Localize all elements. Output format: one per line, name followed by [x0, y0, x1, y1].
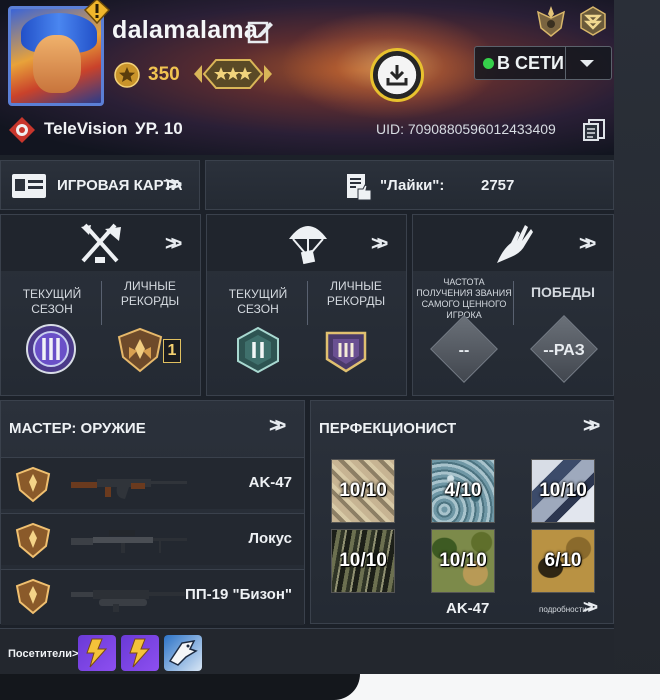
mvp-stats-panel[interactable]: >> ЧАСТОТА ПОЛУЧЕНИЯ ЗВАНИЯ САМОГО ЦЕННО…	[412, 214, 614, 396]
weapon-row[interactable]: ПП-19 "Бизон"	[1, 569, 304, 625]
season-rank-icon	[26, 324, 76, 374]
visitors-label[interactable]: Посетители>	[8, 648, 78, 660]
player-uid: UID: 7090880596012433409	[376, 121, 556, 137]
crossed-swords-icon	[81, 223, 121, 263]
perfectionist-weapon: AK-47	[446, 600, 490, 617]
download-button[interactable]	[370, 48, 424, 102]
clan-emblem-icon	[9, 117, 35, 143]
weapon-master-panel[interactable]: МАСТЕР: ОРУЖИЕ >> AK-47 Локус ПП-19 "Биз…	[0, 400, 305, 625]
record-rank-icon	[325, 331, 367, 373]
current-season-label: ТЕКУЩИЙ СЕЗОН	[22, 287, 82, 316]
details-link[interactable]: подробности	[539, 605, 587, 614]
ak47-icon	[71, 479, 187, 499]
double-chevron-right-icon[interactable]: >>	[583, 597, 598, 618]
weapon-master-title: МАСТЕР: ОРУЖИЕ	[9, 420, 146, 437]
profile-screen: dalamalama 350 TeleVision УР. 10 В СЕТИ …	[0, 0, 614, 628]
username: dalamalama	[112, 16, 259, 44]
weapon-rank-icon	[15, 522, 51, 559]
double-chevron-right-icon: >>	[579, 233, 597, 255]
visitor-avatar[interactable]	[78, 635, 116, 671]
double-chevron-right-icon: >>	[371, 233, 389, 255]
personal-records-label: ЛИЧНЫЕ РЕКОРДЫ	[326, 279, 386, 308]
game-card-button[interactable]: ИГРОВАЯ КАРТА >>	[0, 160, 200, 210]
rank-emblem-icon[interactable]	[534, 4, 568, 38]
clan-name: TeleVision	[44, 119, 128, 138]
game-card-label: ИГРОВАЯ КАРТА	[57, 177, 183, 194]
weapon-name: Локус	[248, 530, 292, 547]
system-nav-bar	[0, 674, 660, 700]
likes-count: 2757	[481, 177, 515, 194]
legendary-rank-icon	[117, 327, 163, 373]
double-chevron-right-icon: >>	[583, 415, 601, 437]
weapon-row[interactable]: Локус	[1, 513, 304, 565]
double-chevron-right-icon: >>	[165, 233, 183, 255]
rank-stars-icon	[194, 59, 272, 89]
visitor-avatar[interactable]	[164, 635, 202, 671]
parachute-icon	[289, 226, 327, 265]
weapon-name: AK-47	[248, 474, 292, 491]
sniper-rifle-icon	[71, 530, 187, 553]
season-rank-icon	[237, 326, 279, 374]
weapon-row[interactable]: AK-47	[1, 457, 304, 509]
player-level: УР. 10	[135, 119, 183, 138]
id-card-icon	[12, 174, 46, 198]
copy-icon[interactable]	[582, 117, 606, 141]
likes-button[interactable]: "Лайки": 2757	[205, 160, 614, 210]
warning-icon[interactable]	[84, 0, 110, 24]
battle-royale-stats-panel[interactable]: >> ТЕКУЩИЙ СЕЗОН ЛИЧНЫЕ РЕКОРДЫ	[206, 214, 407, 396]
smg-bizon-icon	[71, 590, 185, 612]
camo-tile[interactable]: 10/10	[431, 529, 495, 593]
weapon-name: ПП-19 "Бизон"	[185, 586, 292, 603]
zombie-hand-icon	[497, 225, 533, 263]
lightning-icon	[129, 638, 151, 668]
visitors-bar[interactable]: Посетители>	[0, 628, 614, 674]
download-icon	[386, 65, 408, 86]
online-status-dropdown[interactable]: В СЕТИ	[474, 46, 612, 80]
edit-icon[interactable]	[246, 18, 274, 46]
star-coin-icon	[114, 62, 140, 88]
weapon-rank-icon	[15, 578, 51, 615]
like-document-icon	[347, 174, 372, 201]
chevron-down-icon	[580, 60, 594, 67]
camo-tile[interactable]: 6/10	[531, 529, 595, 593]
multiplayer-stats-panel[interactable]: >> ТЕКУЩИЙ СЕЗОН ЛИЧНЫЕ РЕКОРДЫ 1	[0, 214, 201, 396]
status-label: В СЕТИ	[497, 53, 564, 73]
online-dot-icon	[483, 58, 494, 69]
perfectionist-title: ПЕРФЕКЦИОНИСТ	[319, 420, 457, 437]
shield-badge-icon[interactable]	[580, 6, 606, 36]
wins-value: --РАЗ	[543, 342, 585, 359]
record-count: 1	[163, 339, 181, 363]
personal-records-label: ЛИЧНЫЕ РЕКОРДЫ	[120, 279, 180, 308]
coin-balance: 350	[148, 64, 180, 85]
mvp-value: --	[458, 342, 470, 359]
side-edge	[614, 0, 660, 700]
visitor-avatar[interactable]	[121, 635, 159, 671]
perfectionist-panel[interactable]: ПЕРФЕКЦИОНИСТ >> 10/10 4/10 10/10 10/10 …	[310, 400, 614, 624]
lightning-icon	[86, 638, 108, 668]
camo-tile[interactable]: 10/10	[531, 459, 595, 523]
wins-label: ПОБЕДЫ	[530, 284, 596, 300]
double-chevron-right-icon: >>	[269, 415, 287, 437]
double-chevron-right-icon: >>	[165, 174, 183, 196]
camo-tile[interactable]: 10/10	[331, 459, 395, 523]
weapon-rank-icon	[15, 466, 51, 503]
likes-label: "Лайки":	[380, 177, 445, 194]
eagle-icon	[168, 640, 198, 666]
camo-tile[interactable]: 4/10	[431, 459, 495, 523]
profile-header: dalamalama 350 TeleVision УР. 10 В СЕТИ …	[0, 0, 614, 155]
current-season-label: ТЕКУЩИЙ СЕЗОН	[228, 287, 288, 316]
camo-tile[interactable]: 10/10	[331, 529, 395, 593]
